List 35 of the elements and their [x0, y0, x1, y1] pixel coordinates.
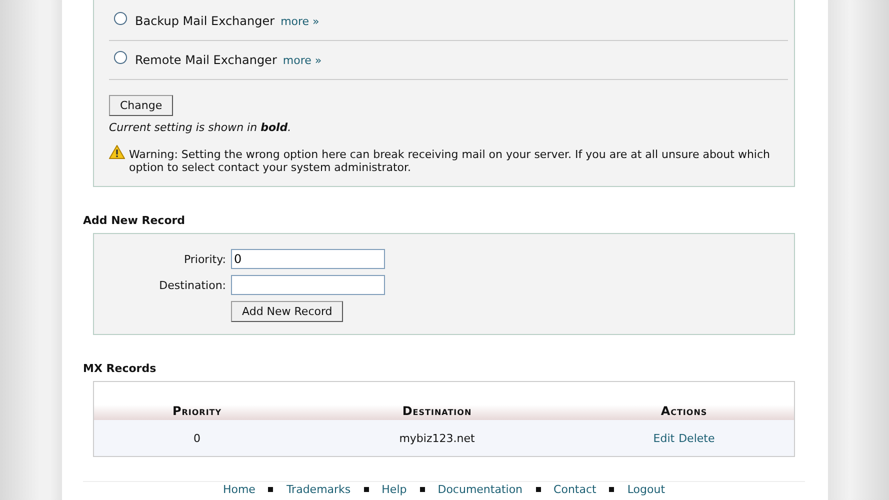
column-header: Actions	[660, 404, 708, 418]
bullet-icon	[420, 487, 425, 492]
section-heading: MX Records	[83, 362, 158, 375]
action-link[interactable]: Delete	[678, 432, 715, 444]
more-link[interactable]: more »	[280, 14, 320, 28]
radio-button[interactable]	[114, 12, 127, 24]
note-text: Current setting is shown in bold.	[109, 121, 292, 134]
action-link[interactable]: Edit	[653, 432, 675, 444]
add-record-button[interactable]: Add New Record	[231, 301, 344, 322]
column-header: Priority	[171, 404, 223, 418]
field-label: Destination:	[158, 278, 226, 292]
table-cell-text: 0	[192, 432, 202, 444]
change-button[interactable]: Change	[109, 95, 174, 116]
footer-link[interactable]: Contact	[554, 483, 596, 496]
footer-link[interactable]: Trademarks	[286, 483, 351, 496]
radio-button[interactable]	[114, 50, 127, 64]
option-label: Backup Mail Exchanger	[135, 14, 275, 28]
bullet-icon	[268, 487, 274, 492]
bullet-icon	[609, 487, 614, 492]
section-heading: Add New Record	[83, 214, 186, 227]
warning-icon	[109, 145, 125, 159]
footer-link[interactable]: Home	[222, 483, 256, 496]
footer-link[interactable]: Help	[382, 483, 407, 496]
input-field[interactable]	[231, 275, 385, 295]
footer-link[interactable]: Logout	[627, 483, 666, 496]
column-header: Destination	[401, 404, 473, 418]
field-label: Priority:	[182, 252, 226, 266]
bullet-icon	[364, 487, 369, 492]
warning-text: Warning: Setting the wrong option here can break receiving mail on your server. If you are at all unsure about which option to select contact your system administrator.	[129, 148, 771, 174]
option-label: Remote Mail Exchanger	[135, 53, 277, 67]
input-field[interactable]: 0	[231, 249, 385, 269]
more-link[interactable]: more »	[282, 54, 322, 66]
footer-link[interactable]: Documentation	[438, 483, 523, 496]
bullet-icon	[536, 487, 541, 492]
table-cell-text: mybiz123.net	[398, 432, 476, 444]
